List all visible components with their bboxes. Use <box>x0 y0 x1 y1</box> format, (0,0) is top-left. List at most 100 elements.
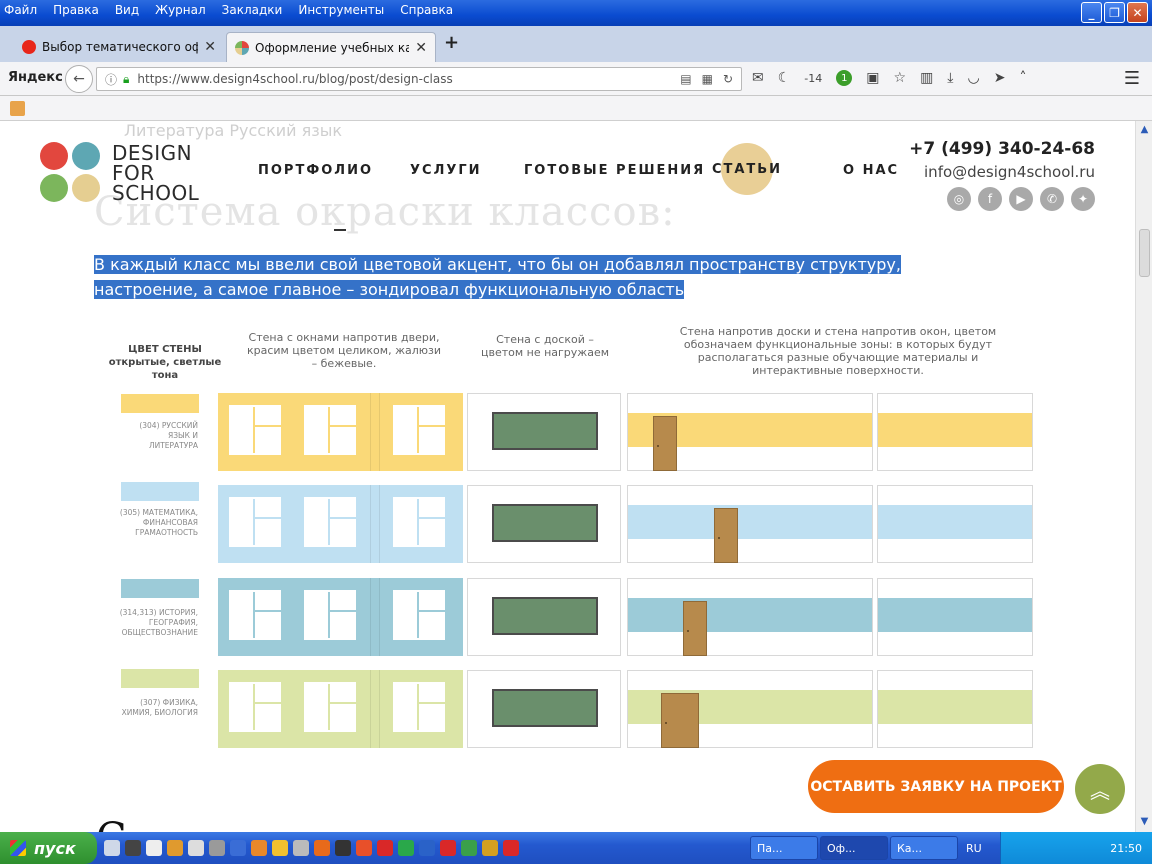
taskbar-item-active[interactable]: Оф... <box>820 836 888 860</box>
firefox-icon[interactable] <box>314 840 330 856</box>
menu-history[interactable]: Журнал <box>155 3 206 17</box>
menu-hamburger-icon[interactable]: ☰ <box>1124 68 1140 89</box>
quick-launch-icon[interactable] <box>104 840 120 856</box>
far-wall <box>877 670 1033 748</box>
address-bar[interactable]: ⓘ 🔒︎ https://www.design4school.ru/blog/p… <box>96 67 742 91</box>
menu-file[interactable]: Файл <box>4 3 37 17</box>
yandex-logo[interactable]: Яндекс <box>8 70 63 85</box>
pocket-icon[interactable]: ◡ <box>968 70 980 86</box>
quick-launch-icon[interactable] <box>503 840 519 856</box>
menu-view[interactable]: Вид <box>115 3 139 17</box>
scroll-down-arrow-icon[interactable]: ▼ <box>1138 816 1151 829</box>
window-mullion <box>417 684 419 730</box>
language-indicator[interactable]: RU <box>966 842 982 855</box>
scroll-top-button[interactable]: ︽ <box>1075 764 1125 814</box>
menu-edit[interactable]: Правка <box>53 3 99 17</box>
close-window-button[interactable]: ✕ <box>1127 2 1148 23</box>
address-bar-icons: ▤ ▦ ↻ <box>680 72 741 86</box>
notification-badge[interactable]: 1 <box>836 70 853 86</box>
menu-bookmarks[interactable]: Закладки <box>222 3 283 17</box>
chrome-icon[interactable] <box>461 840 477 856</box>
bookmark-icon[interactable] <box>10 101 25 116</box>
quick-launch-icon[interactable] <box>293 840 309 856</box>
close-tab-icon[interactable]: ✕ <box>415 40 427 56</box>
header-wall-color: ЦВЕТ СТЕНЫ открытые, светлые тона <box>100 343 230 382</box>
nav-portfolio[interactable]: ПОРТФОЛИО <box>258 163 373 178</box>
reading-list-icon[interactable]: ▥ <box>920 70 933 86</box>
quick-launch-icon[interactable] <box>209 840 225 856</box>
reload-icon[interactable]: ↻ <box>723 72 733 86</box>
highlighted-paragraph: В каждый класс мы ввели свой цветовой ак… <box>94 252 1004 302</box>
window-mullion <box>417 499 419 545</box>
quick-launch-icon[interactable] <box>188 840 204 856</box>
nav-about[interactable]: О НАС <box>843 163 899 178</box>
page-scrollbar[interactable]: ▲ ▼ <box>1135 121 1152 832</box>
start-button[interactable]: пуск <box>0 832 97 864</box>
window-mullion <box>328 499 330 545</box>
nav-services[interactable]: УСЛУГИ <box>410 163 482 178</box>
zone-stripe <box>878 598 1032 632</box>
scroll-thumb[interactable] <box>1139 229 1150 277</box>
tab-yandex[interactable]: Выбор тематического офор... ✕ <box>14 32 224 62</box>
scroll-up-arrow-icon[interactable]: ▲ <box>1138 124 1151 137</box>
info-icon[interactable]: ⓘ <box>105 71 117 88</box>
site-logo-dots[interactable] <box>40 142 100 202</box>
reader-view-icon[interactable]: ▤ <box>680 72 691 86</box>
window-pane <box>229 405 283 455</box>
page-content: Литература Русский язык Система окраски … <box>0 121 1135 832</box>
sparkle-icon[interactable]: ✦ <box>1071 187 1095 211</box>
contact-phone[interactable]: +7 (499) 340-24-68 <box>909 139 1095 159</box>
7zip-icon[interactable] <box>125 840 141 856</box>
row-label: (305) МАТЕМАТИКА, ФИНАНСОВАЯ ГРАМАОТНОСТ… <box>119 508 198 537</box>
paint-icon[interactable] <box>167 840 183 856</box>
grid-icon[interactable]: ▦ <box>702 72 713 86</box>
yandex-browser-icon[interactable] <box>272 840 288 856</box>
whatsapp-icon[interactable]: ✆ <box>1040 187 1064 211</box>
logo-dot-red <box>40 142 68 170</box>
maximize-button[interactable]: ❐ <box>1104 2 1125 23</box>
window-pane <box>393 682 447 732</box>
tab-design4school[interactable]: Оформление учебных каби... ✕ <box>226 32 436 62</box>
back-button[interactable]: ← <box>65 65 93 93</box>
window-transom <box>328 702 358 704</box>
notepad-icon[interactable] <box>146 840 162 856</box>
quick-launch-icon[interactable] <box>251 840 267 856</box>
quick-launch-icon[interactable] <box>356 840 372 856</box>
color-swatch <box>121 579 199 598</box>
minimize-button[interactable]: _ <box>1081 2 1102 23</box>
close-tab-icon[interactable]: ✕ <box>204 39 216 55</box>
menu-tools[interactable]: Инструменты <box>298 3 384 17</box>
clock: 21:50 <box>1110 842 1142 855</box>
weather-moon-icon[interactable]: ☾ <box>778 70 791 86</box>
opera-icon[interactable] <box>377 840 393 856</box>
site-logo-text[interactable]: DESIGN FOR SCHOOL <box>112 143 199 203</box>
facebook-icon[interactable]: f <box>978 187 1002 211</box>
download-icon[interactable]: ⤓ <box>947 70 953 86</box>
menu-help[interactable]: Справка <box>400 3 453 17</box>
youtube-icon[interactable]: ▶ <box>1009 187 1033 211</box>
quick-launch-icon[interactable] <box>440 840 456 856</box>
chevron-up-icon[interactable]: ˄ <box>1019 70 1026 86</box>
instagram-icon[interactable]: ◎ <box>947 187 971 211</box>
taskbar-item[interactable]: Ка... <box>890 836 958 860</box>
send-icon[interactable]: ➤ <box>994 70 1006 86</box>
contact-email[interactable]: info@design4school.ru <box>924 163 1095 181</box>
request-project-button[interactable]: ОСТАВИТЬ ЗАЯВКУ НА ПРОЕКТ <box>808 760 1064 813</box>
ghost-list-item: Литература Русский язык <box>124 121 343 140</box>
url-text: https://www.design4school.ru/blog/post/d… <box>137 72 453 86</box>
taskbar-item[interactable]: Па... <box>750 836 818 860</box>
extension-icon[interactable]: ▣ <box>866 70 879 86</box>
quick-launch-icon[interactable] <box>398 840 414 856</box>
new-tab-button[interactable]: + <box>444 32 459 53</box>
quick-launch-icon[interactable] <box>335 840 351 856</box>
quick-launch-icon[interactable] <box>482 840 498 856</box>
header-opposite-walls: Стена напротив доски и стена напротив ок… <box>679 325 997 377</box>
quick-launch-icon[interactable] <box>230 840 246 856</box>
ie-icon[interactable] <box>419 840 435 856</box>
star-icon[interactable]: ☆ <box>894 70 907 86</box>
nav-articles[interactable]: СТАТЬИ <box>712 143 780 195</box>
window-transom <box>253 610 283 612</box>
mail-icon[interactable]: ✉ <box>752 70 764 86</box>
nav-ready-solutions[interactable]: ГОТОВЫЕ РЕШЕНИЯ <box>524 163 705 178</box>
window-wall <box>218 485 463 563</box>
